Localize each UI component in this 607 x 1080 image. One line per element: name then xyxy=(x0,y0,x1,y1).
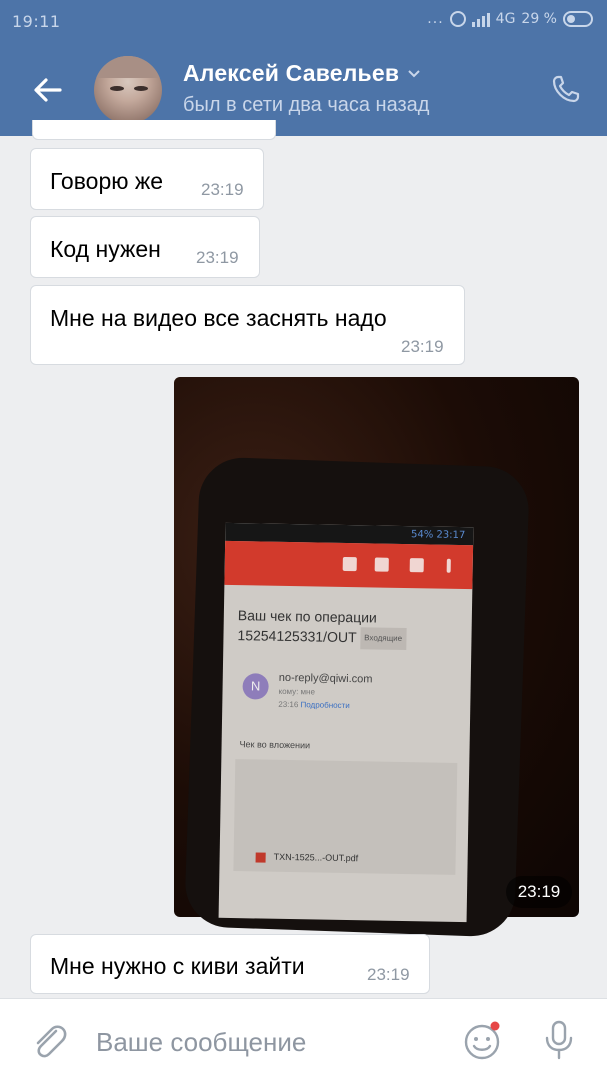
photo-time: 23:19 xyxy=(506,876,572,908)
photo-sender-avatar: N xyxy=(242,673,269,700)
contact-status: был в сети два часа назад xyxy=(183,94,430,116)
photo-email-subject: Ваш чек по операции 15254125331/OUT Вход… xyxy=(237,605,407,651)
message-bubble[interactable]: Код нужен 23:19 xyxy=(30,216,260,278)
microphone-icon[interactable] xyxy=(542,1019,576,1061)
message-time: 23:19 xyxy=(201,180,244,199)
paperclip-icon[interactable] xyxy=(30,1021,68,1061)
photo-email-badge: Входящие xyxy=(360,627,407,651)
message-input[interactable]: Ваше сообщение xyxy=(96,1027,306,1058)
photo-email-file: TXN-1525...-OUT.pdf xyxy=(255,851,358,863)
message-bubble[interactable]: Говорю же 23:19 xyxy=(30,148,264,210)
message-text: Мне на видео все заснять надо xyxy=(50,305,387,331)
avatar[interactable] xyxy=(94,56,162,124)
phone-call-icon[interactable] xyxy=(551,74,581,104)
chevron-down-icon xyxy=(408,69,420,77)
status-bar: 19:11 ... 4G 29 % xyxy=(0,0,607,44)
contact-name: Алексей Савельев xyxy=(183,60,400,86)
back-arrow-icon[interactable] xyxy=(30,72,66,108)
photo-email-from: no-reply@qiwi.com кому: мне 23:16 Подроб… xyxy=(278,671,373,711)
message-input-bar: Ваше сообщение xyxy=(0,998,607,1080)
message-bubble[interactable]: Мне на видео все заснять надо 23:19 xyxy=(30,285,465,365)
message-time: 23:19 xyxy=(196,248,239,267)
notification-dots-icon: ... xyxy=(427,11,444,27)
battery-icon xyxy=(563,11,593,27)
contact-title[interactable]: Алексей Савельев xyxy=(183,60,421,87)
message-text: Мне нужно с киви зайти xyxy=(50,953,305,979)
message-bubble[interactable]: Мне нужно с киви зайти 23:19 xyxy=(30,934,430,994)
network-type: 4G xyxy=(495,11,516,27)
message-time: 23:19 xyxy=(401,337,444,356)
message-time: 23:19 xyxy=(367,965,410,984)
status-time: 19:11 xyxy=(12,12,61,31)
photo-screen-toolbar xyxy=(224,540,474,590)
alarm-icon xyxy=(449,11,466,27)
message-bubble-partial xyxy=(32,120,276,140)
signal-icon xyxy=(471,11,490,27)
status-icons: ... 4G 29 % xyxy=(427,11,593,27)
photo-phone-screen: 54% 23:17 Ваш чек по операции 1525412533… xyxy=(218,522,474,923)
battery-percent: 29 % xyxy=(521,11,557,27)
photo-email-body: Чек во вложении xyxy=(239,739,311,751)
message-text: Код нужен xyxy=(50,236,161,262)
emoji-icon[interactable] xyxy=(462,1021,502,1061)
message-text: Говорю же xyxy=(50,168,164,194)
